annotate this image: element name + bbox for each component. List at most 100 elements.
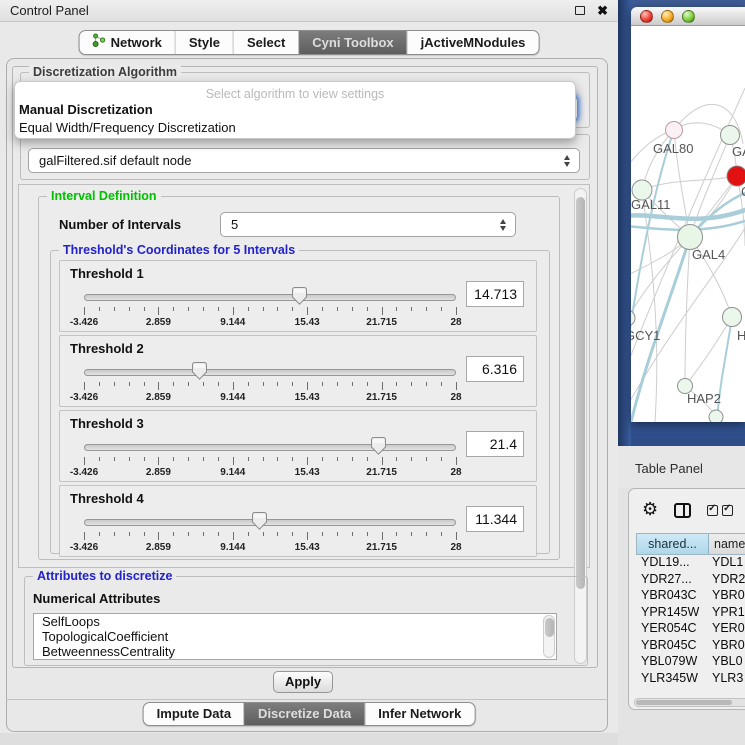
scrollbar-thumb[interactable] <box>545 618 554 637</box>
checked-checkbox-icon[interactable] <box>722 505 733 516</box>
slider-thumb-icon[interactable] <box>292 287 307 305</box>
num-intervals-combobox[interactable]: 5 <box>220 212 516 237</box>
close-icon[interactable]: ✖ <box>597 4 608 17</box>
threshold-slider[interactable]: -3.4262.8599.14415.4321.71528 <box>84 435 456 481</box>
tab-jactivemnodules[interactable]: jActiveMNodules <box>407 31 539 54</box>
threshold-value-field[interactable]: 6.316 <box>466 356 524 382</box>
threshold-value-field[interactable]: 11.344 <box>466 506 524 532</box>
thresholds-group-title: Threshold's Coordinates for 5 Intervals <box>59 243 299 257</box>
tick-mark <box>426 382 427 386</box>
slider-track[interactable] <box>84 444 456 451</box>
tick-mark <box>173 382 174 386</box>
close-traffic-light-icon[interactable] <box>640 10 653 23</box>
tab-label: jActiveMNodules <box>421 31 526 54</box>
network-window-titlebar <box>631 7 745 26</box>
table-row[interactable]: YLR345WYLR3 <box>636 671 745 688</box>
tab-impute-data[interactable]: Impute Data <box>144 703 244 725</box>
algorithm-option-manual-discretization[interactable]: Manual Discretization <box>15 101 575 119</box>
tick-mark <box>114 532 115 536</box>
tab-style[interactable]: Style <box>175 31 233 54</box>
network-edge-highlighted[interactable] <box>631 130 674 356</box>
network-edge[interactable] <box>690 135 730 237</box>
table-row[interactable]: YDL19...YDL1 <box>636 555 745 572</box>
table-row[interactable]: YBL079WYBL0 <box>636 654 745 671</box>
slider-track[interactable] <box>84 369 456 376</box>
table-row[interactable]: YPR145WYPR1 <box>636 605 745 622</box>
tick-mark <box>352 532 353 536</box>
network-node-label: GAL4 <box>692 247 725 262</box>
attributes-listbox[interactable]: SelfLoopsTopologicalCoefficientBetweenne… <box>33 613 557 660</box>
cell-shared-name: YBR043C <box>636 588 708 605</box>
tick-mark <box>188 457 189 461</box>
tab-infer-network[interactable]: Infer Network <box>364 703 474 725</box>
attribute-item-betweennesscentrality[interactable]: BetweennessCentrality <box>34 644 556 659</box>
network-icon <box>93 31 106 54</box>
network-node-ga[interactable] <box>721 126 740 145</box>
scale-label: 21.715 <box>366 392 397 403</box>
tick-mark <box>144 382 145 386</box>
column-header-shared-name[interactable]: shared... <box>637 534 709 554</box>
cell-shared-name: YIL052C <box>636 687 708 688</box>
threshold-value-field[interactable]: 21.4 <box>466 431 524 457</box>
checked-checkbox-icon[interactable] <box>707 505 718 516</box>
tab-network[interactable]: Network <box>80 31 175 54</box>
tick-mark <box>233 382 234 390</box>
apply-button[interactable]: Apply <box>273 671 333 693</box>
tick-mark <box>352 457 353 461</box>
network-node-gal80[interactable] <box>666 122 683 139</box>
scrollbar-thumb[interactable] <box>636 700 732 705</box>
tick-mark <box>99 382 100 386</box>
threshold-list: Threshold 1 -3.4262.8599.14415.4321.7152… <box>51 260 537 560</box>
threshold-slider[interactable]: -3.4262.8599.14415.4321.71528 <box>84 285 456 331</box>
cell-shared-name: YBR045C <box>636 638 708 655</box>
threshold-label: Threshold 2 <box>70 341 144 356</box>
threshold-label: Threshold 4 <box>70 491 144 506</box>
table-data-combobox[interactable]: galFiltered.sif default node <box>28 148 580 173</box>
network-node-gcy1[interactable] <box>631 310 635 326</box>
table-row[interactable]: YBR045CYBR0 <box>636 638 745 655</box>
network-node-gal4[interactable] <box>678 225 703 250</box>
attribute-item-topologicalcoefficient[interactable]: TopologicalCoefficient <box>34 629 556 644</box>
tab-discretize-data[interactable]: Discretize Data <box>244 703 364 725</box>
tab-cyni-toolbox[interactable]: Cyni Toolbox <box>298 31 406 54</box>
float-window-icon[interactable] <box>575 6 585 15</box>
slider-thumb-icon[interactable] <box>371 437 386 455</box>
network-canvas[interactable]: GAL80GACGAL11GAL4GCY1HHAP2 <box>631 26 745 422</box>
network-edge[interactable] <box>631 237 690 318</box>
tab-select[interactable]: Select <box>233 31 298 54</box>
attribute-item-selfloops[interactable]: SelfLoops <box>34 614 556 629</box>
algorithm-option-equal-width-frequency-discretization[interactable]: Equal Width/Frequency Discretization <box>15 119 575 137</box>
scrollbar-thumb[interactable] <box>576 197 585 589</box>
cell-shared-name: YDL19... <box>636 555 708 572</box>
slider-track[interactable] <box>84 294 456 301</box>
network-node-c[interactable] <box>727 166 745 186</box>
network-node[interactable] <box>709 410 723 422</box>
attributes-scrollbar[interactable] <box>543 615 555 658</box>
slider-thumb-icon[interactable] <box>192 362 207 380</box>
tab-label: Impute Data <box>157 703 231 725</box>
slider-track[interactable] <box>84 519 456 526</box>
zoom-traffic-light-icon[interactable] <box>682 10 695 23</box>
tick-mark <box>337 382 338 386</box>
network-graph[interactable]: GAL80GACGAL11GAL4GCY1HHAP2 <box>631 26 745 422</box>
tick-mark <box>99 307 100 311</box>
table-row[interactable]: YDR27...YDR2 <box>636 572 745 589</box>
tick-mark <box>322 532 323 536</box>
minimize-traffic-light-icon[interactable] <box>661 10 674 23</box>
split-columns-icon[interactable] <box>674 503 691 518</box>
threshold-value-field[interactable]: 14.713 <box>466 281 524 307</box>
network-node-h[interactable] <box>723 308 742 327</box>
scale-label: 2.859 <box>146 317 171 328</box>
table-horizontal-scrollbar[interactable] <box>634 698 745 707</box>
table-row[interactable]: YIL052CYIL0 <box>636 687 745 688</box>
threshold-slider[interactable]: -3.4262.8599.14415.4321.71528 <box>84 510 456 556</box>
network-edge[interactable] <box>685 317 732 386</box>
table-row[interactable]: YER054CYER0 <box>636 621 745 638</box>
column-header-name[interactable]: name <box>709 534 745 554</box>
gear-icon[interactable]: ⚙ <box>642 501 658 519</box>
threshold-slider[interactable]: -3.4262.8599.14415.4321.71528 <box>84 360 456 406</box>
table-row[interactable]: YBR043CYBR0 <box>636 588 745 605</box>
network-edge-highlighted[interactable] <box>717 317 732 422</box>
tick-mark <box>277 532 278 536</box>
slider-thumb-icon[interactable] <box>252 512 267 530</box>
